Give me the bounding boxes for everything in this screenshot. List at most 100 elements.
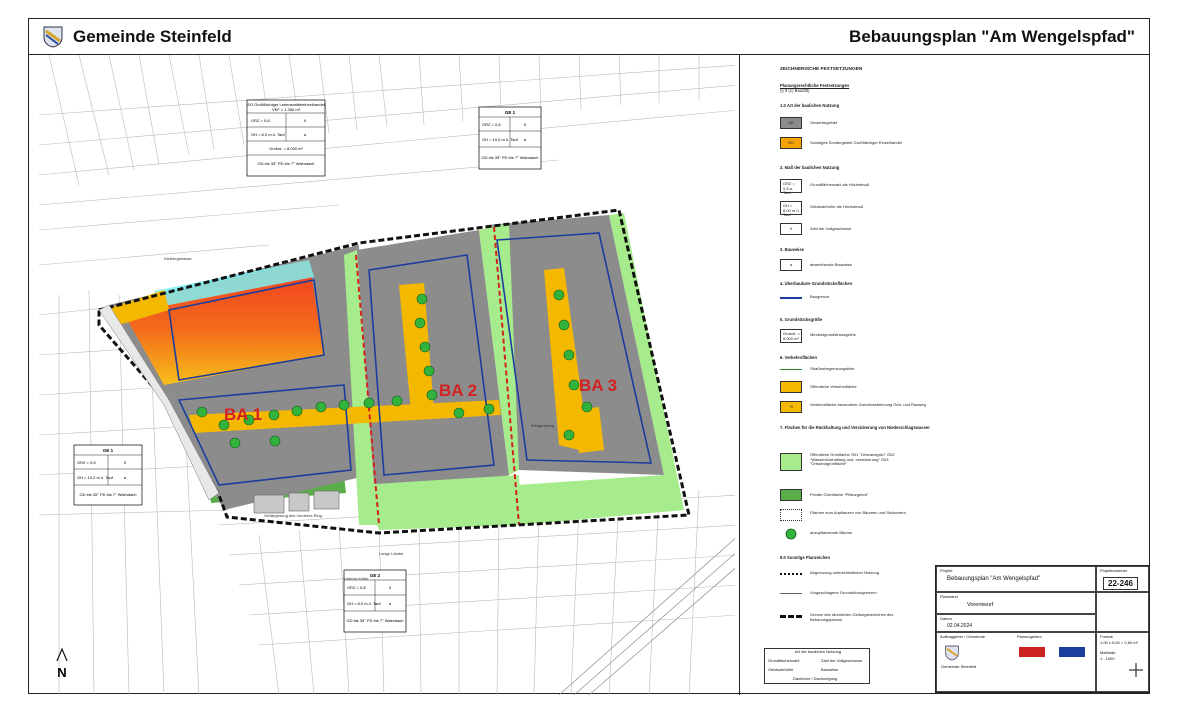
key-table-ge1-west: GE 1 GRZ = 0,8 II GH = 10,0 m ü. Tauf a … <box>73 444 143 506</box>
municipality-name: Gemeinde Steinfeld <box>73 27 232 46</box>
legend-swatch-grz-label: GRZ = 0,8 a. Tauf <box>783 181 795 195</box>
tb-projectno-cell: Projektnummer 22-246 <box>1096 566 1149 592</box>
legend-text-bauweise: abweichende Bauweise <box>810 262 853 267</box>
legend-text-gh: Gebäudehöhe als Höchstmaß <box>810 204 864 209</box>
legend-swatch-so-label: SO <box>788 140 794 145</box>
legend-swatch-baugrenze <box>780 297 802 299</box>
tb-project-label: Projekt <box>940 568 953 573</box>
key-ge1n-gh: GH = 10,0 m ü. Tauf <box>482 137 519 142</box>
key-so-plot: Grokrd. = 8.000 m² <box>269 146 303 151</box>
legend-swatch-gh-label: GH = 8,00 m ü. Tauf <box>783 203 800 217</box>
key-ge2-title: GE 2 <box>370 573 381 578</box>
client-crest-icon <box>945 645 959 661</box>
north-label: N <box>57 665 66 680</box>
legend-swatch-floors: II <box>780 223 802 235</box>
key-so-roof: GD bis 35° PD bis 7° Walmdach <box>257 161 314 166</box>
key-so-gh: GH = 8,0 m ü. Tauf <box>251 132 285 137</box>
legend-swatch-street-line <box>780 369 802 371</box>
tb-projectno-label: Projektnummer <box>1100 568 1128 573</box>
key-ge2-floors: II <box>389 585 391 590</box>
road-ba3-loop <box>574 407 604 453</box>
tb-date-label: Datum <box>940 616 952 621</box>
legend-heading: ZEICHNERISCHE FESTSETZUNGEN <box>780 67 863 72</box>
legend-text-so: Sonstiges Sondergebiet Großflächiger Ein… <box>810 140 902 145</box>
tb-phase-label: Planstand <box>940 594 958 599</box>
usage-table-c2: Zahl der Vollgeschosse <box>821 658 863 663</box>
tb-planner-label: Planungsbüro <box>1017 634 1042 639</box>
railway-line <box>558 534 740 696</box>
legend-swatch-plot: Grokrd. = 8.000 m² <box>780 329 802 343</box>
municipal-crest-icon <box>43 26 63 48</box>
tb-date-cell: Datum 02.04.2024 <box>936 614 1096 632</box>
crosshair-north-icon <box>1129 663 1143 677</box>
plan-title: Bebauungsplan "Am Wengelspfad" <box>849 27 1135 46</box>
tb-meta-cell <box>1096 592 1149 632</box>
tb-projectno: 22-246 <box>1103 577 1138 590</box>
tb-scale-label: Maßstab <box>1100 650 1116 655</box>
legend-section-1: 1.0 Art der baulichen Nutzung <box>780 103 840 108</box>
key-ge1n-roof: GD bis 35° PD bis 7° Walmdach <box>481 155 538 160</box>
legend-swatch-traffic <box>780 381 802 393</box>
north-arrow-icon: N <box>56 647 68 680</box>
legend-swatch-boundary <box>780 615 802 618</box>
legend-swatch-grz: GRZ = 0,8 a. Tauf <box>780 179 802 195</box>
legend-swatch-planting <box>780 509 802 521</box>
zone-label-ba2: BA 2 <box>439 381 477 400</box>
usage-table-c5: Dachform / Dachneigung <box>793 676 838 681</box>
tb-phase-cell: Planstand Vorentwurf <box>936 592 1096 614</box>
key-ge1n-floors: II <box>524 122 526 127</box>
tb-date: 02.04.2024 <box>947 623 973 629</box>
legend-section-4: 4. Überbaubare Grundstücksflächen <box>780 281 853 286</box>
tb-format-label: Format <box>1100 634 1113 639</box>
road-label-1: Verlängerung des Vorderes Ring <box>264 513 322 518</box>
legend-swatch-grenzen <box>780 593 802 595</box>
legend-section-5: 5. Grundstücksgröße <box>780 317 823 322</box>
tb-project-name: Bebauungsplan "Am Wengelspfad" <box>947 576 1041 582</box>
zone-label-ba1: BA 1 <box>224 405 262 424</box>
legend-text-public-green: Öffentliche Grünfläche Ö01 "Ortsrandgrün… <box>810 452 895 466</box>
legend-section-8: 8.0 Sonstige Planzeichen <box>780 555 831 560</box>
key-table-so: SO Großflächiger Lebensmitteleinzelhande… <box>246 99 326 177</box>
key-ge1w-grz: GRZ = 0,8 <box>77 460 96 465</box>
usage-table-c3: Gebäudehöhe <box>768 667 794 672</box>
legend-section-7: 7. Flächen für die Rückhaltung und Versi… <box>780 425 930 430</box>
title-block: Projekt Bebauungsplan "Am Wengelspfad" P… <box>935 565 1150 693</box>
legend-swatch-bauweise: a <box>780 259 802 271</box>
tb-client-cell: Auftraggeber / Gemeinde Gemeinde Steinfe… <box>936 632 1096 692</box>
legend-text-floors: Zahl der Vollgeschosse <box>810 226 852 231</box>
tb-format: 1,00 x 0,60 = 0,60 m² <box>1100 640 1138 645</box>
legend-swatch-ge-label: GE <box>788 120 794 125</box>
legend-swatch-path-label: R <box>790 404 793 409</box>
legend-section-3: 3. Bauweise <box>780 247 804 252</box>
key-so-floors: II <box>304 118 306 123</box>
tb-scale: 1 : 1000 <box>1100 656 1115 661</box>
legend-swatch-private-green <box>780 489 802 501</box>
legend-swatch-abgrenzung <box>780 573 802 575</box>
key-so-grz: GRZ = 0,8 <box>251 118 270 123</box>
development-plan-map: SO Großflächiger Lebensmitteleinzelhande… <box>38 54 740 696</box>
legend-swatch-plot-label: Grokrd. = 8.000 m² <box>783 331 800 341</box>
tb-format-cell: Format 1,00 x 0,60 = 0,60 m² Maßstab 1 :… <box>1096 632 1149 692</box>
key-ge1w-floors: II <box>124 460 126 465</box>
tb-phase: Vorentwurf <box>967 602 994 608</box>
tb-client: Gemeinde Steinfeld <box>941 664 977 669</box>
legend-text-traffic: Öffentliche Verkehrsfläche <box>810 384 857 389</box>
usage-table: Art der baulichen Nutzung Grundflächenza… <box>764 648 870 684</box>
legend-swatch-public-green <box>780 453 802 471</box>
road-label-4: Wingertsweg <box>531 423 554 428</box>
legend-swatch-so: SO <box>780 137 802 149</box>
map-panel: SO Großflächiger Lebensmitteleinzelhande… <box>38 54 740 696</box>
legend-swatch-path: R <box>780 401 802 413</box>
sheet-header: Gemeinde Steinfeld Bebauungsplan "Am Wen… <box>29 19 1149 55</box>
legend-text-grz: Grundflächenzahl als Höchstmaß <box>810 182 870 187</box>
key-ge2-roof: GD bis 35° PD bis 7° Walmdach <box>346 618 403 623</box>
legend-text-grenzen: Vorgeschlagene Grundstücksgrenzen <box>810 590 877 595</box>
key-ge1n-grz: GRZ = 0,8 <box>482 122 501 127</box>
usage-table-c1: Grundflächenzahl <box>768 658 800 663</box>
usage-table-c4: Bauweise <box>821 667 839 672</box>
road-label-2: Lange Länder <box>379 551 404 556</box>
legend-swatch-gh: GH = 8,00 m ü. Tauf <box>780 201 802 217</box>
legend-text-private-green: Private Grünfläche "Pflanzgebot" <box>810 492 869 497</box>
key-ge1n-title: GE 1 <box>505 110 516 115</box>
usage-table-title: Art der baulichen Nutzung <box>794 649 842 654</box>
